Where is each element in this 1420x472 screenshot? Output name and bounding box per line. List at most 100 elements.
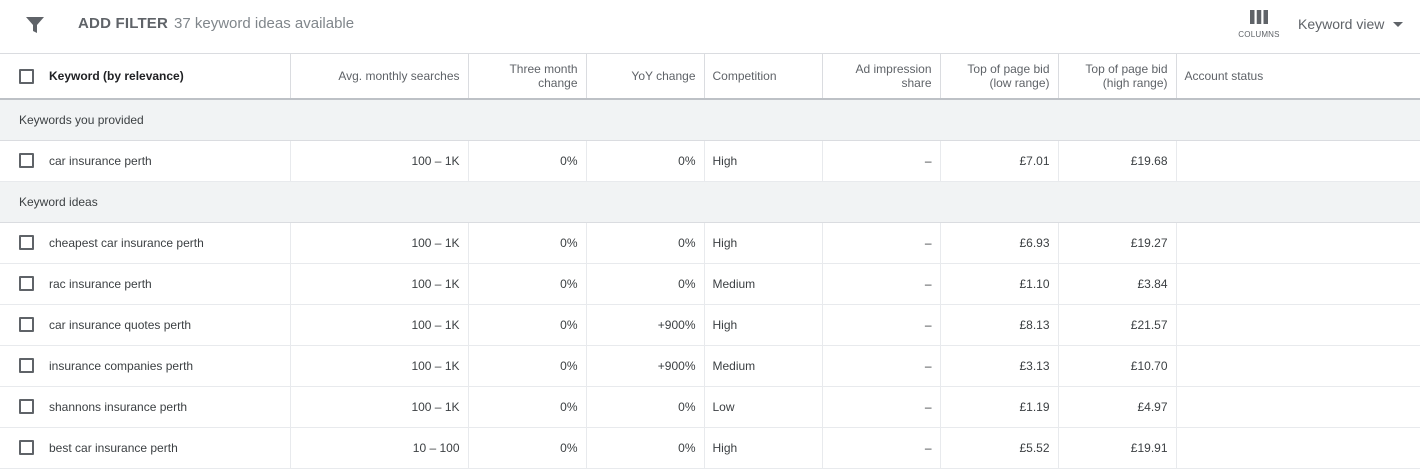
table-row[interactable]: best car insurance perth 10 – 100 0% 0% High…: [0, 427, 1420, 469]
ad-impression-share-cell: –: [822, 427, 941, 469]
column-header-account-status[interactable]: Account status: [1176, 54, 1420, 100]
bid-low-cell: £8.13: [940, 304, 1059, 346]
ad-impression-share-cell: –: [822, 222, 941, 264]
competition-cell: High: [704, 222, 823, 264]
ad-impression-share-cell: –: [822, 140, 941, 182]
caret-down-icon: [1393, 21, 1404, 27]
account-status-cell: [1176, 140, 1420, 182]
three-month-change-cell: 0%: [468, 304, 587, 346]
column-header-avg-monthly-searches-label: Avg. monthly searches: [338, 69, 460, 83]
yoy-change-cell: 0%: [586, 140, 705, 182]
row-checkbox[interactable]: [19, 235, 34, 250]
row-checkbox[interactable]: [19, 440, 34, 455]
account-status-cell: [1176, 427, 1420, 469]
bid-low-cell: £5.52: [940, 427, 1059, 469]
avg-monthly-searches-cell: 100 – 1K: [290, 304, 469, 346]
column-header-keyword-label: Keyword (by relevance): [49, 69, 184, 83]
table-header-row: Keyword (by relevance) Avg. monthly sear…: [0, 54, 1420, 100]
column-header-bid-high-line1: Top of page bid: [1085, 62, 1168, 76]
keyword-table: Keyword (by relevance) Avg. monthly sear…: [0, 54, 1420, 469]
column-header-three-month-line2: change: [538, 76, 578, 90]
keyword-view-dropdown[interactable]: Keyword view: [1298, 16, 1404, 32]
avg-monthly-searches-cell: 10 – 100: [290, 427, 469, 469]
row-checkbox[interactable]: [19, 399, 34, 414]
column-header-bid-low-line2: (low range): [989, 76, 1050, 90]
add-filter-button[interactable]: ADD FILTER: [78, 15, 168, 32]
columns-icon: [1238, 10, 1280, 24]
keyword-text: car insurance perth: [49, 153, 152, 168]
column-header-yoy-label: YoY change: [631, 69, 696, 83]
column-header-yoy-change[interactable]: YoY change: [586, 54, 705, 100]
table-row[interactable]: rac insurance perth 100 – 1K 0% 0% Medium – £1…: [0, 263, 1420, 305]
yoy-change-cell: 0%: [586, 222, 705, 264]
table-row[interactable]: car insurance quotes perth 100 – 1K 0% +900…: [0, 304, 1420, 346]
keyword-cell: best car insurance perth: [0, 427, 291, 469]
group-label: Keywords you provided: [0, 99, 1420, 141]
three-month-change-cell: 0%: [468, 345, 587, 387]
column-header-competition[interactable]: Competition: [704, 54, 823, 100]
three-month-change-cell: 0%: [468, 263, 587, 305]
bid-low-cell: £1.19: [940, 386, 1059, 428]
keyword-cell: car insurance perth: [0, 140, 291, 182]
keyword-text: shannons insurance perth: [49, 399, 188, 414]
table-row[interactable]: insurance companies perth 100 – 1K 0% +900%…: [0, 345, 1420, 387]
competition-cell: Low: [704, 386, 823, 428]
keyword-text: insurance companies perth: [49, 358, 194, 373]
yoy-change-cell: +900%: [586, 304, 705, 346]
select-all-checkbox[interactable]: [19, 68, 34, 84]
account-status-cell: [1176, 222, 1420, 264]
bid-high-cell: £10.70: [1058, 345, 1177, 387]
columns-button[interactable]: COLUMNS: [1238, 10, 1280, 46]
table-row[interactable]: shannons insurance perth 100 – 1K 0% 0% Low –…: [0, 386, 1420, 428]
avg-monthly-searches-cell: 100 – 1K: [290, 222, 469, 264]
ad-impression-share-cell: –: [822, 386, 941, 428]
account-status-cell: [1176, 304, 1420, 346]
column-header-bid-high-line2: (high range): [1102, 76, 1168, 90]
table-row[interactable]: cheapest car insurance perth 100 – 1K 0% 0%…: [0, 222, 1420, 264]
bid-high-cell: £4.97: [1058, 386, 1177, 428]
column-header-three-month-line1: Three month: [509, 62, 578, 76]
ad-impression-share-cell: –: [822, 263, 941, 305]
row-checkbox[interactable]: [19, 358, 34, 373]
avg-monthly-searches-cell: 100 – 1K: [290, 263, 469, 305]
column-header-bid-low[interactable]: Top of page bid (low range): [940, 54, 1059, 100]
keyword-cell: rac insurance perth: [0, 263, 291, 305]
bid-high-cell: £19.27: [1058, 222, 1177, 264]
competition-cell: Medium: [704, 345, 823, 387]
row-checkbox[interactable]: [19, 276, 34, 291]
column-header-bid-high[interactable]: Top of page bid (high range): [1058, 54, 1177, 100]
keyword-cell: car insurance quotes perth: [0, 304, 291, 346]
avg-monthly-searches-cell: 100 – 1K: [290, 345, 469, 387]
keyword-cell: shannons insurance perth: [0, 386, 291, 428]
competition-cell: High: [704, 304, 823, 346]
group-header-row: Keywords you provided: [0, 99, 1420, 141]
yoy-change-cell: 0%: [586, 427, 705, 469]
table-row[interactable]: car insurance perth 100 – 1K 0% 0% High – £7.0…: [0, 140, 1420, 182]
avg-monthly-searches-cell: 100 – 1K: [290, 386, 469, 428]
three-month-change-cell: 0%: [468, 427, 587, 469]
bid-high-cell: £3.84: [1058, 263, 1177, 305]
competition-cell: High: [704, 140, 823, 182]
bid-high-cell: £19.91: [1058, 427, 1177, 469]
row-checkbox[interactable]: [19, 153, 34, 168]
bid-low-cell: £3.13: [940, 345, 1059, 387]
avg-monthly-searches-cell: 100 – 1K: [290, 140, 469, 182]
keyword-text: cheapest car insurance perth: [49, 235, 204, 250]
bid-low-cell: £1.10: [940, 263, 1059, 305]
yoy-change-cell: +900%: [586, 345, 705, 387]
column-header-avg-monthly-searches[interactable]: Avg. monthly searches: [290, 54, 469, 100]
keyword-cell: insurance companies perth: [0, 345, 291, 387]
row-checkbox[interactable]: [19, 317, 34, 332]
yoy-change-cell: 0%: [586, 263, 705, 305]
filter-icon[interactable]: [25, 16, 45, 34]
columns-label: COLUMNS: [1238, 30, 1280, 39]
three-month-change-cell: 0%: [468, 386, 587, 428]
column-header-account-status-label: Account status: [1184, 69, 1264, 83]
column-header-three-month-change[interactable]: Three month change: [468, 54, 587, 100]
three-month-change-cell: 0%: [468, 222, 587, 264]
group-header-row: Keyword ideas: [0, 181, 1420, 223]
column-header-bid-low-line1: Top of page bid: [967, 62, 1050, 76]
column-header-keyword[interactable]: Keyword (by relevance): [0, 54, 291, 100]
column-header-ad-impression-share[interactable]: Ad impression share: [822, 54, 941, 100]
keyword-text: best car insurance perth: [49, 440, 178, 455]
